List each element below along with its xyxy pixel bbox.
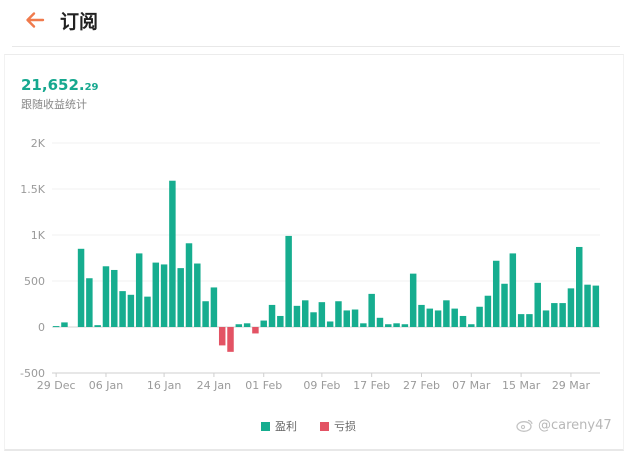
bar-profit xyxy=(61,322,68,327)
bar-profit xyxy=(501,283,508,327)
bar-profit xyxy=(127,294,135,327)
bar-profit xyxy=(592,285,600,327)
bar-profit xyxy=(202,301,209,327)
x-tick-label: 09 Feb xyxy=(303,379,340,392)
bar-profit xyxy=(576,246,583,327)
legend-label-loss: 亏损 xyxy=(334,420,356,433)
bar-profit xyxy=(526,314,533,327)
bar-profit xyxy=(318,302,326,327)
bar-profit xyxy=(434,310,442,327)
bar-profit xyxy=(260,320,267,327)
legend-item-loss[interactable]: 亏损 xyxy=(320,418,356,434)
bar-profit xyxy=(310,312,317,327)
y-tick-label: 1K xyxy=(31,229,46,242)
bar-profit xyxy=(385,324,392,327)
bar-profit xyxy=(584,284,591,327)
bar-loss xyxy=(218,327,226,346)
legend-swatch-profit xyxy=(261,421,270,431)
bar-profit xyxy=(293,305,301,327)
bar-profit xyxy=(418,304,425,327)
y-tick-label: 0 xyxy=(38,321,45,334)
bar-profit xyxy=(210,287,218,327)
bar-profit xyxy=(376,317,384,327)
bar-profit xyxy=(86,278,93,327)
bar-profit xyxy=(277,315,284,327)
bar-profit xyxy=(135,253,143,327)
bar-profit xyxy=(542,310,550,327)
bar-profit xyxy=(152,262,160,327)
bar-profit xyxy=(484,295,492,327)
bar-loss xyxy=(252,327,259,334)
bar-profit xyxy=(302,300,309,327)
bar-profit xyxy=(567,288,575,327)
bar-profit xyxy=(77,248,85,327)
bar-profit xyxy=(235,324,243,327)
weibo-logo-icon xyxy=(516,419,533,432)
bar-profit xyxy=(360,323,367,327)
y-tick-label: 1.5K xyxy=(20,183,45,196)
bar-profit xyxy=(509,253,517,327)
x-tick-label: 07 Mar xyxy=(452,379,491,392)
bar-profit xyxy=(451,308,458,327)
bar-profit xyxy=(185,243,193,327)
bar-profit xyxy=(160,264,168,327)
bar-profit xyxy=(111,269,118,327)
bar-profit xyxy=(409,273,417,327)
bar-profit xyxy=(393,323,400,327)
bar-profit xyxy=(169,180,176,327)
bar-profit xyxy=(144,296,151,327)
y-tick-label: 2K xyxy=(31,137,46,150)
x-tick-label: 24 Jan xyxy=(197,379,231,392)
bar-profit xyxy=(52,326,60,328)
bar-profit xyxy=(368,293,375,327)
bar-profit xyxy=(102,266,110,327)
bar-profit xyxy=(94,325,101,327)
x-tick-label: 06 Jan xyxy=(89,379,123,392)
bar-profit xyxy=(551,303,558,327)
watermark-text: @careny47 xyxy=(538,417,612,433)
bar-profit xyxy=(335,301,342,327)
bar-profit xyxy=(343,310,350,327)
bar-profit xyxy=(468,324,475,327)
bar-profit xyxy=(426,308,434,327)
bar-loss xyxy=(227,327,234,352)
chart-grid xyxy=(52,142,600,374)
bar-profit xyxy=(534,282,541,327)
watermark: @careny47 xyxy=(516,416,612,434)
x-tick-label: 01 Feb xyxy=(245,379,282,392)
y-tick-label: 500 xyxy=(24,275,45,288)
bar-profit xyxy=(443,300,450,327)
bar-profit xyxy=(351,309,359,327)
bar-profit xyxy=(268,304,276,327)
bar-profit xyxy=(119,291,126,327)
earnings-bar-chart: -50005001K1.5K2K29 Dec 06 Jan 16 Jan 24 Jan… xyxy=(20,137,600,392)
bar-profit xyxy=(326,321,334,327)
bar-profit xyxy=(177,268,184,327)
legend-label-profit: 盈利 xyxy=(275,420,297,433)
x-tick-label: 27 Feb xyxy=(403,379,440,392)
bar-profit xyxy=(194,263,201,327)
x-tick-label: 17 Feb xyxy=(353,379,390,392)
bar-profit xyxy=(459,315,467,327)
bar-profit xyxy=(517,314,525,327)
bar-profit xyxy=(559,303,566,327)
chart-bars xyxy=(52,180,600,352)
legend-item-profit[interactable]: 盈利 xyxy=(261,418,297,434)
bar-profit xyxy=(285,235,292,327)
bar-profit xyxy=(243,323,251,327)
bar-profit xyxy=(492,260,500,327)
x-tick-label: 29 Mar xyxy=(552,379,591,392)
x-tick-label: 16 Jan xyxy=(147,379,181,392)
x-tick-label: 15 Mar xyxy=(502,379,541,392)
x-tick-label: 29 Dec xyxy=(37,379,76,392)
bar-profit xyxy=(476,306,483,327)
bar-profit xyxy=(401,324,409,327)
legend-swatch-loss xyxy=(320,421,329,431)
